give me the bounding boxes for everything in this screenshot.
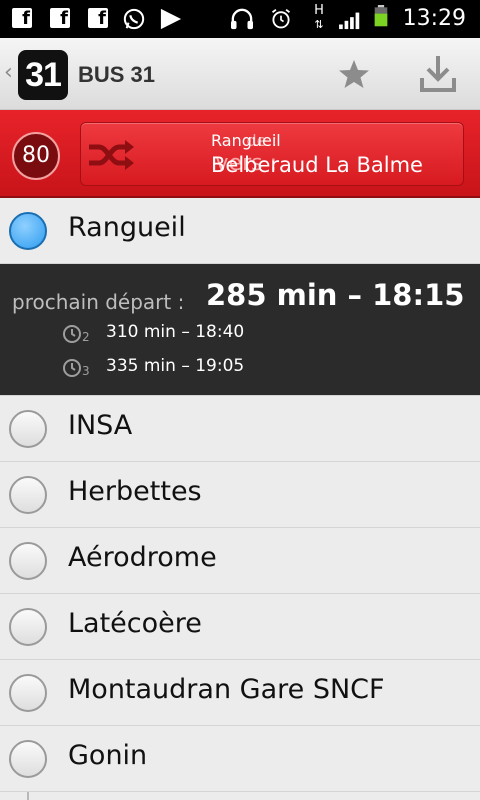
clock-icon [63,325,81,343]
stop-marker [9,740,47,778]
stop-row[interactable]: Montaudran Gare SNCF [0,660,480,726]
network-label: H [314,3,324,18]
stop-row[interactable]: INSA [0,396,480,462]
direction-bar: 80 de : vers : Rangueil Belberaud La Bal… [0,110,480,198]
stop-list: Rangueil prochain départ : 285 min – 18:… [0,198,480,792]
hspa-icon: H ⇅ [314,3,324,32]
play-store-icon [160,8,182,30]
download-icon[interactable] [416,52,460,96]
stop-name: Montaudran Gare SNCF [68,674,385,705]
clock-icon [63,359,81,377]
alt-departure-time: 310 min – 18:40 [106,322,245,342]
route-badge: 80 [12,132,60,180]
destination-stop: Belberaud La Balme [211,153,423,177]
action-bar: ‹ 31 BUS 31 [0,38,480,110]
facebook-icon: f [12,8,32,28]
stop-row[interactable]: Latécoère [0,594,480,660]
whatsapp-icon [123,8,145,30]
next-departure-time: 285 min – 18:15 [206,278,465,312]
stop-name: Rangueil [68,212,186,243]
line-logo[interactable]: 31 [18,50,68,100]
stop-name: Gonin [68,740,148,771]
stop-row[interactable]: Gonin [0,726,480,792]
back-chevron-icon[interactable]: ‹ [4,60,13,85]
alt-departure-time: 335 min – 19:05 [106,356,245,376]
battery-icon [374,5,388,27]
headphones-icon [231,8,253,30]
page-title: BUS 31 [78,62,156,87]
alt-index: 2 [82,330,90,344]
stop-marker [9,410,47,448]
origin-stop: Rangueil [211,131,281,150]
current-stop-row[interactable]: Rangueil [0,198,480,264]
signal-icon [339,12,360,30]
shuffle-icon [89,140,134,170]
stop-marker [9,542,47,580]
stop-marker [9,608,47,646]
next-departure-label: prochain départ : [12,290,185,314]
alarm-icon [271,8,291,29]
stop-marker [9,476,47,514]
facebook-icon: f [88,8,108,28]
status-bar: f f f H ⇅ 13:29 [0,0,480,38]
stop-name: Latécoère [68,608,202,639]
stop-marker [9,674,47,712]
stop-marker-active [9,212,47,250]
star-icon[interactable] [334,54,374,94]
departure-panel: prochain départ : 285 min – 18:15 2 310 … [0,264,480,396]
stop-name: Aérodrome [68,542,217,573]
swap-direction-button[interactable]: de : vers : Rangueil Belberaud La Balme [80,122,464,186]
facebook-icon: f [50,8,70,28]
clock-time: 13:29 [402,6,466,31]
stop-row[interactable]: Aérodrome [0,528,480,594]
alt-index: 3 [82,364,90,378]
stop-name: INSA [68,410,133,441]
stop-row[interactable]: Herbettes [0,462,480,528]
stop-name: Herbettes [68,476,202,507]
